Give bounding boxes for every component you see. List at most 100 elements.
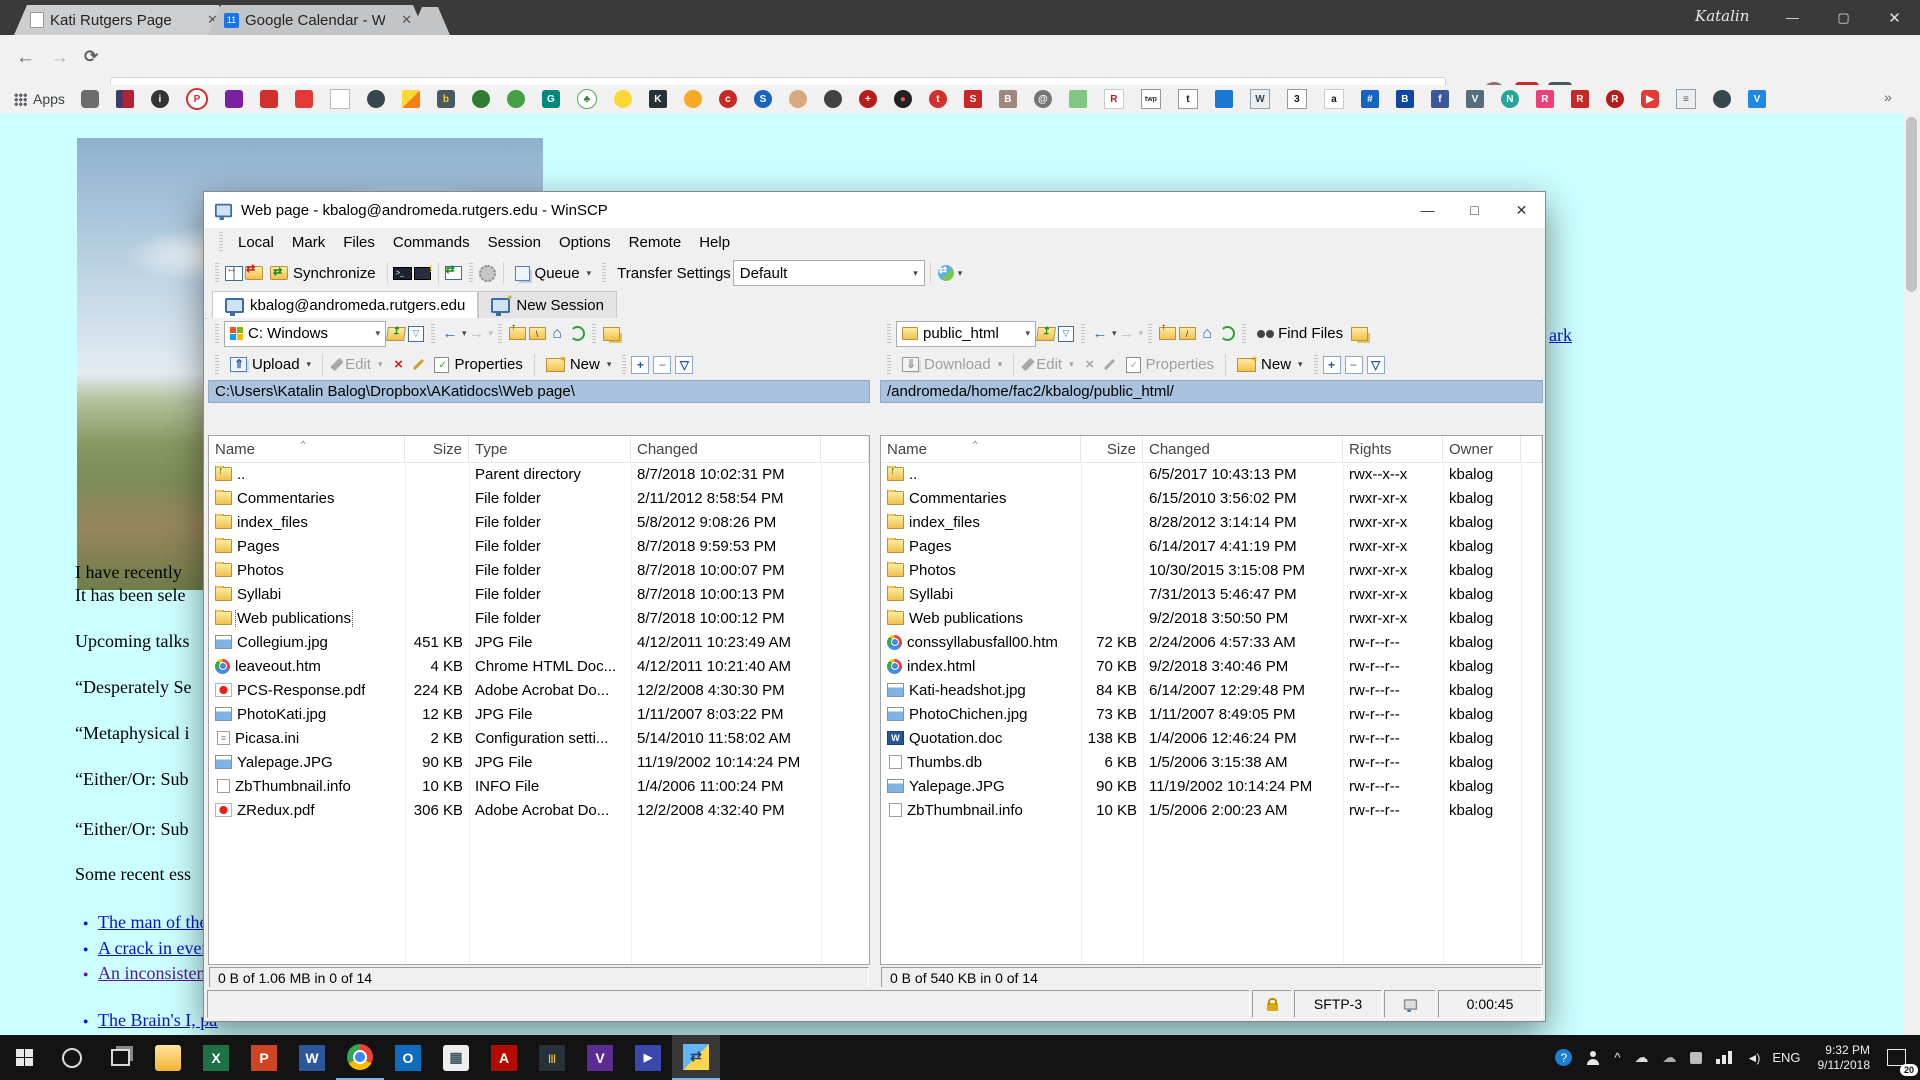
menu-item[interactable]: Help <box>690 234 739 251</box>
edit-button[interactable]: Edit▾ <box>1019 352 1079 378</box>
back-icon[interactable]: ← <box>16 47 35 69</box>
dropdown-arrow-icon[interactable]: ▾ <box>958 268 963 279</box>
local-drive-dropdown[interactable]: C: Windows ▾ <box>224 321 386 347</box>
properties-button[interactable]: Properties <box>428 352 528 378</box>
close-button[interactable]: ✕ <box>1869 0 1920 35</box>
maximize-button[interactable]: ▢ <box>1818 0 1869 35</box>
transfer-options-icon[interactable] <box>938 265 954 281</box>
bookmark-favicon[interactable]: P <box>186 88 208 110</box>
maximize-button[interactable]: □ <box>1451 192 1498 228</box>
file-row[interactable]: Quotation.doc 138 KB 1/4/2006 12:46:24 P… <box>881 726 1542 750</box>
filter-icon[interactable]: ▽ <box>408 326 424 342</box>
bookmark-favicon[interactable] <box>295 90 313 108</box>
bookmark-favicon[interactable]: # <box>1361 90 1379 108</box>
menu-item[interactable]: Remote <box>620 234 691 251</box>
refresh-icon[interactable] <box>1220 326 1235 341</box>
browser-tab-kati-rutgers[interactable]: Kati Rutgers Page ✕ <box>14 5 232 35</box>
column-header-type[interactable]: Type <box>469 436 631 462</box>
browser-scrollbar[interactable] <box>1903 113 1920 1035</box>
bookmark-favicon[interactable]: W <box>1250 89 1270 109</box>
taskbar-app[interactable]: ||| <box>528 1035 576 1080</box>
menu-item[interactable]: Session <box>479 234 550 251</box>
taskbar-app[interactable]: ▦ <box>432 1035 480 1080</box>
bookmark-favicon[interactable]: V <box>1466 90 1484 108</box>
open-directory-icon[interactable] <box>1036 327 1056 341</box>
bookmark-favicon[interactable]: V <box>1748 90 1766 108</box>
edit-button[interactable]: Edit▾ <box>328 352 388 378</box>
file-row[interactable]: Commentaries 6/15/2010 3:56:02 PM rwxr-x… <box>881 486 1542 510</box>
file-row[interactable]: .. 6/5/2017 10:43:13 PM rwx--x--x kbalog <box>881 462 1542 486</box>
bookmark-favicon[interactable]: + <box>859 90 877 108</box>
forward-icon[interactable]: → <box>467 325 487 343</box>
bookmark-favicon[interactable] <box>824 90 842 108</box>
column-header-name[interactable]: Name^ <box>881 436 1081 462</box>
bookmark-favicon[interactable] <box>684 90 702 108</box>
column-header-changed[interactable]: Changed <box>1143 436 1343 462</box>
bookmark-favicon[interactable] <box>260 90 278 108</box>
forward-icon[interactable]: → <box>50 47 69 69</box>
back-icon[interactable]: ← <box>1090 325 1110 343</box>
menu-item[interactable]: Local <box>229 234 283 251</box>
bookmark-favicon[interactable] <box>81 90 99 108</box>
bookmark-favicon[interactable]: f <box>1431 90 1449 108</box>
taskbar-app[interactable] <box>144 1035 192 1080</box>
bookmark-favicon[interactable]: B <box>1396 90 1414 108</box>
directory-tree-icon[interactable] <box>603 327 620 341</box>
new-tab-button[interactable] <box>410 7 450 35</box>
people-tray-button[interactable] <box>1579 1035 1607 1080</box>
select-add-icon[interactable]: + <box>1323 356 1341 374</box>
taskbar-app[interactable]: V <box>576 1035 624 1080</box>
upload-button[interactable]: Upload▾ <box>224 352 317 378</box>
bookmark-favicon[interactable] <box>225 90 243 108</box>
rename-pencil-icon[interactable] <box>1104 359 1115 370</box>
onedrive-tray-button[interactable]: ☁ <box>1655 1035 1683 1080</box>
file-row[interactable]: PhotoChichen.jpg 73 KB 1/11/2007 8:49:05… <box>881 702 1542 726</box>
menu-item[interactable]: Mark <box>283 234 334 251</box>
bookmark-favicon[interactable]: R <box>1571 90 1589 108</box>
bookmark-favicon[interactable]: c <box>719 90 737 108</box>
bookmark-favicon[interactable]: ≡ <box>1676 89 1696 109</box>
open-directory-icon[interactable] <box>386 327 406 341</box>
panel-splitter[interactable] <box>870 318 880 990</box>
back-icon[interactable]: ← <box>440 325 460 343</box>
filter-icon[interactable]: ▽ <box>1058 326 1074 342</box>
bookmark-favicon[interactable] <box>507 90 525 108</box>
bookmark-favicon[interactable]: ♣ <box>577 89 597 109</box>
file-row[interactable]: Collegium.jpg 451 KB JPG File 4/12/2011 … <box>209 630 869 654</box>
file-row[interactable]: Web publications 9/2/2018 3:50:50 PM rwx… <box>881 606 1542 630</box>
selection-filter-icon[interactable]: ▽ <box>1367 356 1385 374</box>
task-view-button[interactable] <box>96 1035 144 1080</box>
home-directory-icon[interactable]: ⌂ <box>1197 325 1217 343</box>
minimize-button[interactable]: — <box>1767 0 1818 35</box>
bookmark-favicon[interactable]: twp <box>1141 89 1161 109</box>
taskbar-app[interactable]: X <box>192 1035 240 1080</box>
file-row[interactable]: Pages File folder 8/7/2018 9:59:53 PM <box>209 534 869 558</box>
page-link-fragment[interactable]: ark <box>1549 325 1572 346</box>
file-row[interactable]: Picasa.ini 2 KB Configuration setti... 5… <box>209 726 869 750</box>
transfer-settings-dropdown[interactable]: Default ▾ <box>733 260 925 286</box>
remote-directory-dropdown[interactable]: public_html ▾ <box>896 321 1036 347</box>
bookmark-favicon[interactable] <box>1215 90 1233 108</box>
close-button[interactable]: ✕ <box>1498 192 1545 228</box>
console-icon[interactable]: >_ <box>393 267 412 280</box>
keep-remote-up-to-date-icon[interactable] <box>245 266 263 280</box>
file-row[interactable]: index_files File folder 5/8/2012 9:08:26… <box>209 510 869 534</box>
menu-item[interactable]: Files <box>334 234 384 251</box>
file-row[interactable]: index_files 8/28/2012 3:14:14 PM rwxr-xr… <box>881 510 1542 534</box>
bookmark-favicon[interactable]: N <box>1501 90 1519 108</box>
delete-icon[interactable]: × <box>1080 356 1100 374</box>
bookmark-favicon[interactable]: ▶ <box>1641 90 1659 108</box>
cortana-button[interactable] <box>48 1035 96 1080</box>
column-header-size[interactable]: Size <box>405 436 469 462</box>
menu-item[interactable]: Options <box>550 234 620 251</box>
properties-button[interactable]: Properties <box>1120 352 1220 378</box>
swap-panes-icon[interactable] <box>225 266 243 281</box>
select-remove-icon[interactable]: − <box>653 356 671 374</box>
taskbar-app[interactable]: ▶ <box>624 1035 672 1080</box>
file-row[interactable]: Photos 10/30/2015 3:15:08 PM rwxr-xr-x k… <box>881 558 1542 582</box>
rename-pencil-icon[interactable] <box>413 359 424 370</box>
session-tab-active[interactable]: kbalog@andromeda.rutgers.edu <box>212 291 478 318</box>
browser-tab-google-calendar[interactable]: 11 Google Calendar - Wedne ✕ <box>208 5 426 35</box>
delete-icon[interactable]: × <box>388 356 408 374</box>
file-row[interactable]: index.html 70 KB 9/2/2018 3:40:46 PM rw-… <box>881 654 1542 678</box>
